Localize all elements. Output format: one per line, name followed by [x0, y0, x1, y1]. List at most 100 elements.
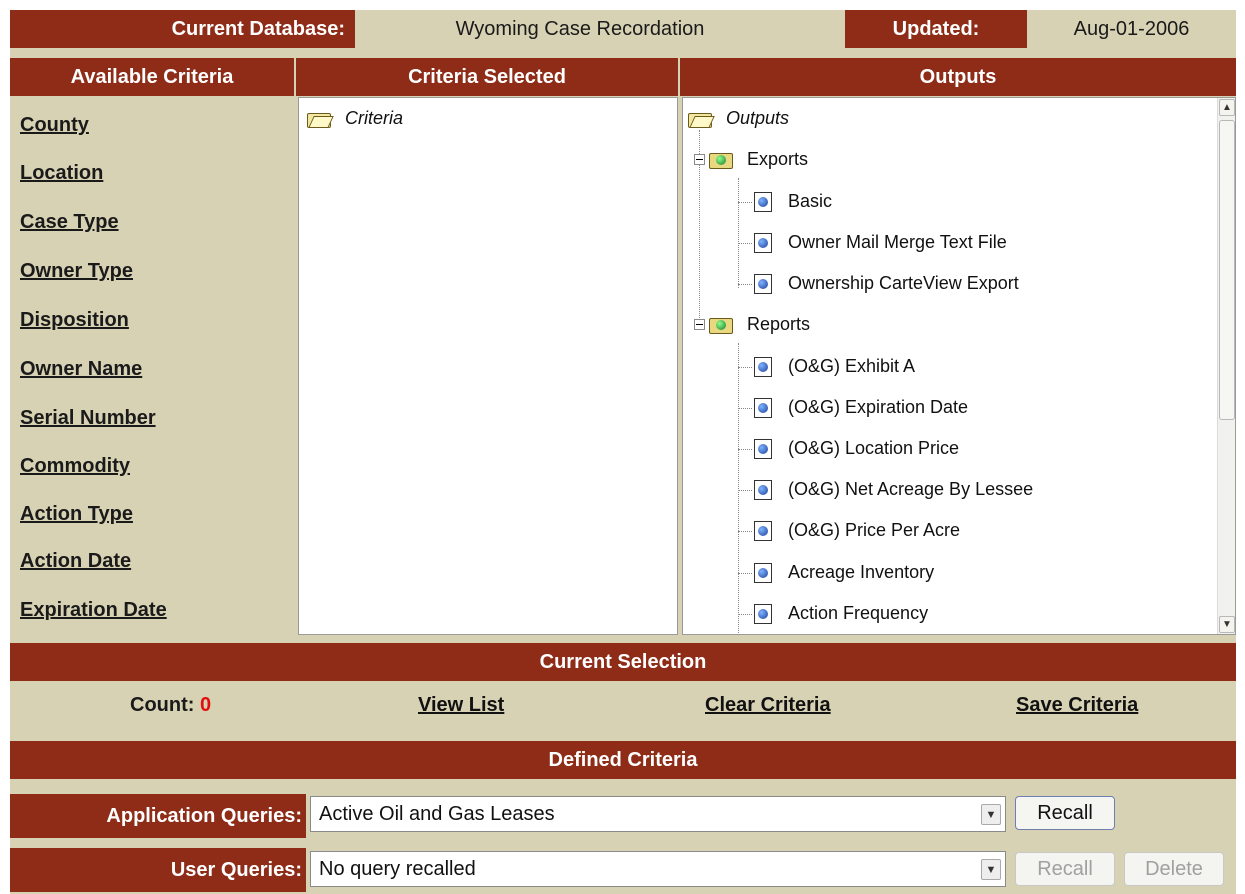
output-item-label: Basic — [788, 191, 833, 211]
updated-value-cell: Aug-01-2006 — [1027, 10, 1236, 48]
criteria-link-serial-number[interactable]: Serial Number — [20, 407, 156, 430]
criteria-link-commodity[interactable]: Commodity — [20, 455, 130, 478]
available-criteria-header: Available Criteria — [10, 58, 296, 96]
available-criteria-title: Available Criteria — [70, 65, 234, 88]
output-item-label: (O&G) Location Price — [788, 438, 960, 458]
output-document-icon — [754, 232, 772, 253]
user-recall-button[interactable]: Recall — [1015, 852, 1115, 886]
output-item[interactable]: Owner Mail Merge Text File — [754, 232, 1007, 253]
application-recall-button[interactable]: Recall — [1015, 796, 1115, 830]
current-selection-row: Count: 0 View List Clear Criteria Save C… — [10, 681, 1236, 731]
output-document-icon — [754, 397, 772, 418]
criteria-selected-panel[interactable]: Criteria — [298, 97, 678, 635]
updated-label-bar: Updated: — [845, 10, 1027, 48]
user-queries-value: No query recalled — [319, 857, 476, 880]
application-queries-select[interactable]: Active Oil and Gas Leases ▼ — [310, 796, 1006, 832]
reports-group-icon — [709, 315, 733, 335]
criteria-link-expiration-date[interactable]: Expiration Date — [20, 599, 167, 622]
output-item[interactable]: (O&G) Net Acreage By Lessee — [754, 479, 1033, 500]
criteria-page: Current Database: Wyoming Case Recordati… — [10, 10, 1236, 894]
criteria-selected-header: Criteria Selected — [296, 58, 680, 96]
user-queries-label-cell: User Queries: — [10, 848, 306, 892]
criteria-link-case-type[interactable]: Case Type — [20, 211, 119, 234]
output-item[interactable]: Action Frequency — [754, 603, 928, 624]
output-item[interactable]: (O&G) Price Per Acre — [754, 520, 960, 541]
scroll-down-arrow-icon[interactable]: ▼ — [1219, 616, 1235, 633]
criteria-link-location[interactable]: Location — [20, 162, 103, 185]
tree-line — [738, 531, 752, 532]
available-criteria-list: County Location Case Type Owner Type Dis… — [10, 97, 294, 645]
collapse-icon[interactable] — [694, 319, 705, 330]
output-document-icon — [754, 520, 772, 541]
exports-node[interactable]: Exports — [694, 149, 808, 170]
user-queries-label: User Queries: — [170, 858, 302, 881]
count-value: 0 — [199, 694, 212, 716]
tree-line — [738, 284, 752, 285]
output-item[interactable]: (O&G) Location Price — [754, 438, 959, 459]
outputs-root-node[interactable]: Outputs — [688, 108, 789, 129]
criteria-link-county[interactable]: County — [20, 114, 89, 137]
criteria-link-action-type[interactable]: Action Type — [20, 503, 133, 526]
output-item[interactable]: Basic — [754, 191, 832, 212]
exports-group-icon — [709, 150, 733, 170]
application-queries-label: Application Queries: — [106, 804, 302, 827]
collapse-icon[interactable] — [694, 154, 705, 165]
outputs-root-label: Outputs — [726, 108, 790, 128]
reports-label: Reports — [747, 314, 811, 334]
outputs-header: Outputs — [680, 58, 1236, 96]
scrollbar-thumb[interactable] — [1219, 120, 1235, 420]
output-document-icon — [754, 603, 772, 624]
defined-criteria-title: Defined Criteria — [548, 748, 698, 771]
clear-criteria-link[interactable]: Clear Criteria — [705, 694, 831, 717]
exports-label: Exports — [747, 149, 809, 169]
criteria-link-owner-name[interactable]: Owner Name — [20, 358, 142, 381]
application-queries-label-cell: Application Queries: — [10, 794, 306, 838]
current-database-value: Wyoming Case Recordation — [455, 17, 705, 40]
output-item[interactable]: (O&G) Exhibit A — [754, 356, 915, 377]
current-database-label: Current Database: — [171, 17, 345, 40]
count-label: Count: — [130, 694, 195, 716]
current-database-label-bar: Current Database: — [10, 10, 355, 48]
tree-line — [738, 202, 752, 203]
user-queries-select[interactable]: No query recalled ▼ — [310, 851, 1006, 887]
outputs-panel[interactable]: Outputs Exports Basic Owner Mail Merge T… — [682, 97, 1236, 635]
output-item-label: (O&G) Exhibit A — [788, 356, 916, 376]
output-document-icon — [754, 438, 772, 459]
current-database-value-cell: Wyoming Case Recordation — [355, 10, 845, 48]
criteria-root-label: Criteria — [345, 108, 404, 128]
tree-line — [738, 614, 752, 615]
criteria-link-action-date[interactable]: Action Date — [20, 550, 131, 573]
chevron-down-icon[interactable]: ▼ — [981, 859, 1001, 880]
output-item[interactable]: Ownership CarteView Export — [754, 273, 1019, 294]
output-item-label: (O&G) Expiration Date — [788, 397, 969, 417]
current-selection-title: Current Selection — [539, 650, 707, 673]
output-item[interactable]: (O&G) Expiration Date — [754, 397, 968, 418]
scroll-up-arrow-icon[interactable]: ▲ — [1219, 99, 1235, 116]
output-item-label: (O&G) Net Acreage By Lessee — [788, 479, 1034, 499]
output-document-icon — [754, 273, 772, 294]
output-document-icon — [754, 191, 772, 212]
reports-node[interactable]: Reports — [694, 314, 810, 335]
tree-line — [738, 490, 752, 491]
user-delete-button[interactable]: Delete — [1124, 852, 1224, 886]
defined-criteria-header: Defined Criteria — [10, 741, 1236, 779]
chevron-down-icon[interactable]: ▼ — [981, 804, 1001, 825]
tree-line — [738, 367, 752, 368]
output-item-label: Owner Mail Merge Text File — [788, 232, 1007, 252]
output-document-icon — [754, 479, 772, 500]
view-list-link[interactable]: View List — [418, 694, 504, 717]
tree-line — [738, 408, 752, 409]
criteria-link-owner-type[interactable]: Owner Type — [20, 260, 133, 283]
updated-label: Updated: — [892, 17, 980, 40]
tree-line — [738, 343, 739, 633]
folder-open-icon — [688, 111, 712, 128]
outputs-scrollbar[interactable]: ▲ ▼ — [1217, 98, 1235, 634]
save-criteria-link[interactable]: Save Criteria — [1016, 694, 1138, 717]
criteria-link-disposition[interactable]: Disposition — [20, 309, 129, 332]
tree-line — [738, 243, 752, 244]
criteria-root-node[interactable]: Criteria — [307, 108, 403, 129]
outputs-title: Outputs — [919, 65, 997, 88]
count-display: Count: 0 — [130, 694, 211, 717]
tree-line — [738, 573, 752, 574]
output-item[interactable]: Acreage Inventory — [754, 562, 934, 583]
